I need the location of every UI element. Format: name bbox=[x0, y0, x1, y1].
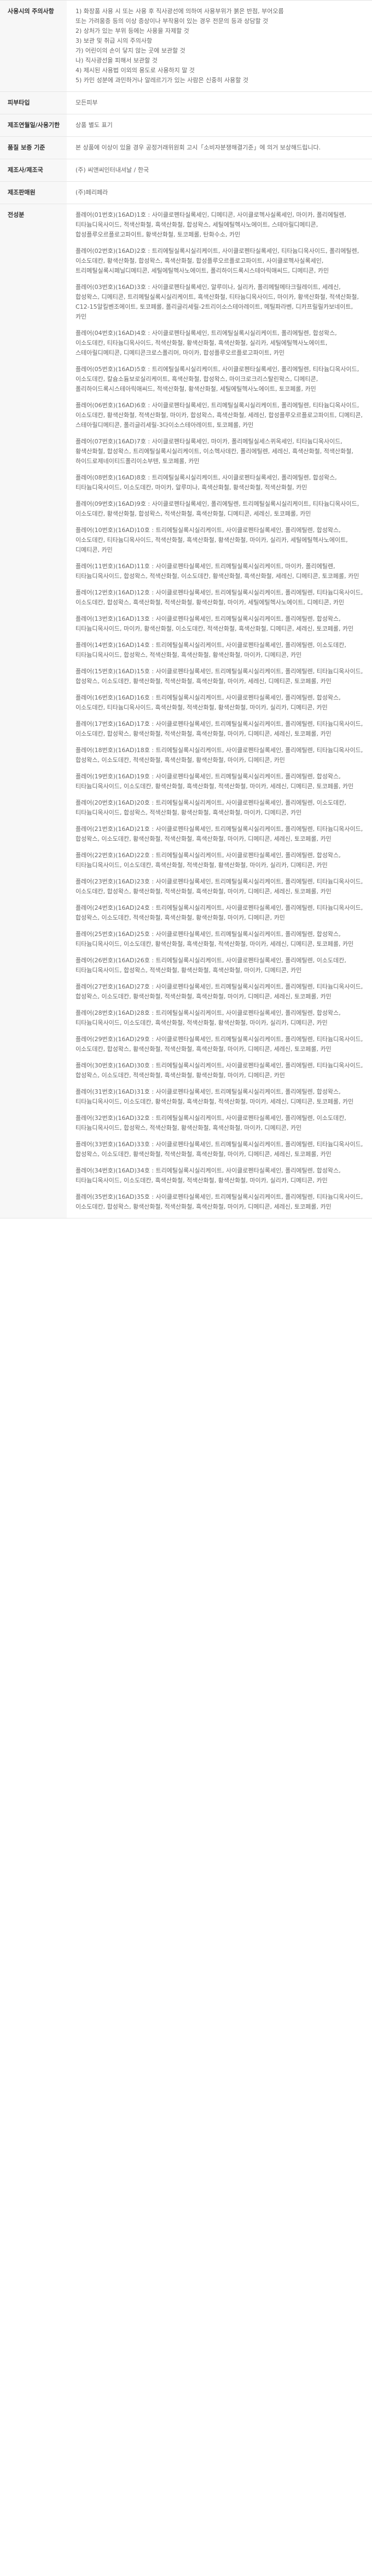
date-row: 제조연월일/사용기한 상품 별도 표기 bbox=[0, 114, 372, 137]
date-label: 제조연월일/사용기한 bbox=[0, 114, 67, 137]
usage-caution-line: 나) 직사광선을 피해서 보관할 것 bbox=[75, 57, 158, 64]
skin-type-row: 피부타입 모든피부 bbox=[0, 91, 372, 114]
ingredients-shade-item: 플레어(05번호)(16AD)5호 : 트리에틸실록시실리케이트, 사이클로펜타… bbox=[75, 366, 359, 392]
usage-caution-line: 1) 화장품 사용 시 또는 사용 후 직사광선에 의하여 사용부위가 붉은 반… bbox=[75, 8, 284, 15]
product-info-page: 사용시의 주의사항 1) 화장품 사용 시 또는 사용 후 직사광선에 의하여 … bbox=[0, 0, 372, 1218]
ingredients-shade-item: 플레어(13번호)(16AD)13호 : 사이클로펜타실록세인, 트리메틸실록시… bbox=[75, 615, 354, 632]
ingredients-row: 전성분 플레어(01번호)(16AD)1호 : 사이클로펜타실록세인, 디메티콘… bbox=[0, 204, 372, 1218]
ingredients-shade-item: 플레어(10번호)(16AD)10호 : 트리에틸실록시실리케이트, 사이클로펜… bbox=[75, 527, 348, 553]
manufacturer-label: 제조사/제조국 bbox=[0, 159, 67, 182]
ingredients-shade-item: 플레어(04번호)(16AD)4호 : 사이클로펜타실록세인, 트리에틸실록시실… bbox=[75, 330, 337, 356]
guarantee-value: 본 상품에 이상이 있을 경우 공정거래위원회 고시「소비자분쟁해결기준」에 의… bbox=[67, 136, 372, 159]
seller-value: (주)페리페라 bbox=[67, 181, 372, 204]
usage-caution-line: 4) 제시된 사용법 이외의 용도로 사용하지 말 것 bbox=[75, 67, 195, 74]
usage-caution-line: 또는 가려움증 등의 이상 증상이나 부작용이 있는 경우 전문의 등과 상담할… bbox=[75, 18, 269, 25]
ingredients-shade-item: 플레어(33번호)(16AD)33호 : 사이클로펜타실록세인, 트리메틸실록시… bbox=[75, 1141, 363, 1158]
usage-caution-line: 5) 카민 성분에 과민하거나 알레르기가 있는 사람은 신중히 사용할 것 bbox=[75, 77, 248, 84]
guarantee-row: 품질 보증 기준 본 상품에 이상이 있을 경우 공정거래위원회 고시「소비자분… bbox=[0, 136, 372, 159]
ingredients-shade-item: 플레어(27번호)(16AD)27호 : 사이클로펜타실록세인, 트리메틸실록시… bbox=[75, 983, 363, 1000]
ingredients-value: 플레어(01번호)(16AD)1호 : 사이클로펜타실록세인, 디메티콘, 사이… bbox=[67, 204, 372, 1218]
ingredients-shade-list: 플레어(01번호)(16AD)1호 : 사이클로펜타실록세인, 디메티콘, 사이… bbox=[75, 210, 365, 1212]
ingredients-shade-item: 플레어(01번호)(16AD)1호 : 사이클로펜타실록세인, 디메티콘, 사이… bbox=[75, 211, 346, 238]
ingredients-shade-item: 플레어(32번호)(16AD)32호 : 트리에틸실록시실리케이트, 사이클로펜… bbox=[75, 1114, 346, 1131]
ingredients-shade-item: 플레어(11번호)(16AD)11호 : 사이클로펜타실록세인, 트리메틸실록시… bbox=[75, 563, 359, 580]
ingredients-shade-item: 플레어(24번호)(16AD)24호 : 트리에틸실록시실리케이트, 사이클로펜… bbox=[75, 904, 363, 921]
ingredients-shade-item: 플레어(03번호)(16AD)3호 : 사이클로펜타실록세인, 알루미나, 실리… bbox=[75, 284, 359, 320]
ingredients-shade-item: 플레어(15번호)(16AD)15호 : 사이클로펜타실록세인, 트리메틸실록시… bbox=[75, 668, 363, 685]
ingredients-shade-item: 플레어(23번호)(16AD)23호 : 사이클로펜타실록세인, 트리메틸실록시… bbox=[75, 878, 363, 895]
ingredients-shade-item: 플레어(16번호)(16AD)16호 : 트리에틸실록시실리케이트, 사이클로펜… bbox=[75, 694, 341, 711]
ingredients-shade-item: 플레어(02번호)(16AD)2호 : 트리에틸실록시실리케이트, 사이클로펜타… bbox=[75, 247, 359, 274]
ingredients-shade-item: 플레어(12번호)(16AD)12호 : 사이클로펜타실록세인, 트리에틸실록시… bbox=[75, 589, 363, 606]
ingredients-shade-item: 플레어(29번호)(16AD)29호 : 사이클로펜타실록세인, 트리메틸실록시… bbox=[75, 1036, 363, 1053]
usage-caution-line: 3) 보관 및 취급 시의 주의사항 bbox=[75, 37, 153, 44]
usage-caution-line: 가) 어린이의 손이 닿지 않는 곳에 보관할 것 bbox=[75, 47, 185, 54]
guarantee-label: 품질 보증 기준 bbox=[0, 136, 67, 159]
ingredients-shade-item: 플레어(34번호)(16AD)34호 : 트리에틸실록시실리케이트, 사이클로펜… bbox=[75, 1167, 341, 1184]
ingredients-shade-item: 플레어(17번호)(16AD)17호 : 사이클로펜타실록세인, 트리메틸실록시… bbox=[75, 720, 363, 737]
skin-type-label: 피부타입 bbox=[0, 91, 67, 114]
ingredients-shade-item: 플레어(28번호)(16AD)28호 : 트리에틸실록시실리케이트, 사이클로펜… bbox=[75, 1009, 341, 1026]
ingredients-shade-item: 플레어(20번호)(16AD)20호 : 트리에틸실록시실리케이트, 사이클로펜… bbox=[75, 799, 346, 816]
ingredients-label: 전성분 bbox=[0, 204, 67, 1218]
seller-label: 제조판매원 bbox=[0, 181, 67, 204]
ingredients-shade-item: 플레어(35번호)(16AD)35호 : 사이클로펜타실록세인, 트리메틸실록시… bbox=[75, 1193, 363, 1210]
date-value: 상품 별도 표기 bbox=[67, 114, 372, 137]
usage-caution-label: 사용시의 주의사항 bbox=[0, 1, 67, 92]
ingredients-shade-item: 플레어(14번호)(16AD)14호 : 트리에틸실록시실리케이트, 사이클로펜… bbox=[75, 642, 346, 659]
ingredients-shade-item: 플레어(30번호)(16AD)30호 : 트리에틸실록시실리케이트, 사이클로펜… bbox=[75, 1062, 363, 1079]
manufacturer-value: (주) 씨앤씨인터내셔날 / 한국 bbox=[67, 159, 372, 182]
ingredients-shade-item: 플레어(07번호)(16AD)7호 : 사이클로펜타실록세인, 마이카, 폴리메… bbox=[75, 438, 353, 465]
ingredients-shade-item: 플레어(26번호)(16AD)26호 : 트리에틸실록시실리케이트, 사이클로펜… bbox=[75, 957, 346, 974]
usage-caution-value: 1) 화장품 사용 시 또는 사용 후 직사광선에 의하여 사용부위가 붉은 반… bbox=[67, 1, 372, 92]
ingredients-shade-item: 플레어(18번호)(16AD)18호 : 트리에틸실록시실리케이트, 사이클로펜… bbox=[75, 747, 363, 764]
ingredients-shade-item: 플레어(31번호)(16AD)31호 : 사이클로펜타실록세인, 트리메틸실록시… bbox=[75, 1088, 354, 1105]
product-info-table: 사용시의 주의사항 1) 화장품 사용 시 또는 사용 후 직사광선에 의하여 … bbox=[0, 1, 372, 1218]
ingredients-shade-item: 플레어(21번호)(16AD)21호 : 사이클로펜타실록세인, 트리메틸실록시… bbox=[75, 825, 363, 842]
ingredients-shade-item: 플레어(25번호)(16AD)25호 : 사이클로펜타실록세인, 트리메틸실록시… bbox=[75, 931, 354, 948]
ingredients-shade-item: 플레어(19번호)(16AD)19호 : 사이클로펜타실록세인, 트리메틸실록시… bbox=[75, 773, 354, 790]
ingredients-shade-item: 플레어(06번호)(16AD)6호 : 사이클로펜타실록세인, 트리메틸실록시실… bbox=[75, 402, 363, 429]
seller-row: 제조판매원 (주)페리페라 bbox=[0, 181, 372, 204]
skin-type-value: 모든피부 bbox=[67, 91, 372, 114]
ingredients-shade-item: 플레어(22번호)(16AD)22호 : 트리에틸실록시실리케이트, 사이클로펜… bbox=[75, 852, 341, 869]
ingredients-shade-item: 플레어(09번호)(16AD)9호 : 사이클로펜타실록세인, 폴리에틸렌, 트… bbox=[75, 500, 359, 517]
usage-caution-lines: 1) 화장품 사용 시 또는 사용 후 직사광선에 의하여 사용부위가 붉은 반… bbox=[75, 7, 365, 85]
usage-caution-row: 사용시의 주의사항 1) 화장품 사용 시 또는 사용 후 직사광선에 의하여 … bbox=[0, 1, 372, 92]
manufacturer-row: 제조사/제조국 (주) 씨앤씨인터내셔날 / 한국 bbox=[0, 159, 372, 182]
ingredients-shade-item: 플레어(08번호)(16AD)8호 : 트리에틸실록시실리케이트, 사이클로펜타… bbox=[75, 474, 337, 491]
usage-caution-line: 2) 상처가 있는 부위 등에는 사용을 자제할 것 bbox=[75, 27, 189, 34]
